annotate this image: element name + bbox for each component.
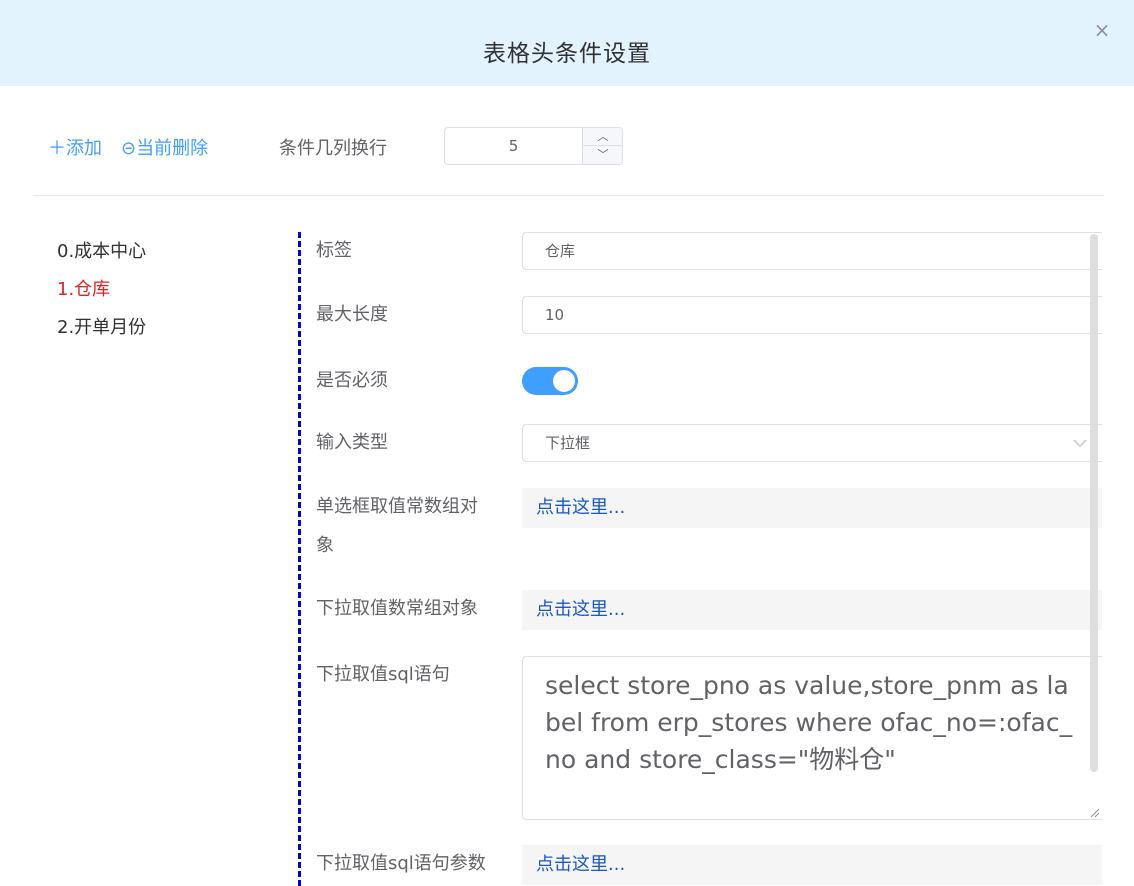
dashed-separator bbox=[298, 232, 301, 886]
tag-input[interactable]: 仓库 bbox=[522, 232, 1102, 270]
sql-textarea[interactable]: select store_pno as value,store_pnm as l… bbox=[522, 656, 1102, 820]
delete-current-button[interactable]: ⊝当前删除 bbox=[121, 134, 208, 160]
columns-per-row-input[interactable]: 5 bbox=[445, 128, 582, 164]
divider bbox=[33, 195, 1104, 196]
tag-label: 标签 bbox=[316, 240, 352, 261]
chevron-down-icon[interactable]: ﹀ bbox=[583, 146, 623, 164]
dropdown-const-link[interactable]: 点击这里... bbox=[522, 590, 1102, 630]
maxlen-input[interactable]: 10 bbox=[522, 296, 1102, 334]
maxlen-label: 最大长度 bbox=[316, 304, 388, 325]
sql-params-link[interactable]: 点击这里... bbox=[522, 845, 1102, 885]
stepper-buttons: ︿ ﹀ bbox=[582, 128, 623, 164]
chevron-up-icon[interactable]: ︿ bbox=[583, 128, 623, 146]
columns-per-row-label: 条件几列换行 bbox=[279, 138, 387, 159]
radio-const-link[interactable]: 点击这里... bbox=[522, 488, 1102, 528]
close-icon[interactable]: × bbox=[1090, 18, 1114, 42]
sql-label: 下拉取值sql语句 bbox=[316, 664, 450, 685]
radio-const-label-line2: 象 bbox=[316, 535, 334, 556]
toolbar: ＋添加 ⊝当前删除 条件几列换行 5 ︿ ﹀ bbox=[0, 120, 1134, 172]
dialog-header: 表格头条件设置 × bbox=[0, 0, 1134, 86]
dropdown-const-label: 下拉取值数常组对象 bbox=[316, 598, 478, 619]
columns-per-row-stepper[interactable]: 5 ︿ ﹀ bbox=[444, 127, 623, 165]
condition-item-2[interactable]: 2.开单月份 bbox=[57, 314, 277, 352]
toggle-knob bbox=[553, 370, 575, 392]
dialog-title: 表格头条件设置 bbox=[483, 41, 651, 67]
radio-const-label-line1: 单选框取值常数组对 bbox=[316, 496, 478, 517]
required-label: 是否必须 bbox=[316, 370, 388, 391]
chevron-down-icon bbox=[1068, 424, 1092, 462]
required-toggle[interactable] bbox=[522, 367, 578, 395]
add-button[interactable]: ＋添加 bbox=[48, 134, 102, 160]
input-type-select[interactable]: 下拉框 bbox=[522, 424, 1102, 462]
vertical-scrollbar[interactable] bbox=[1090, 234, 1098, 772]
resize-handle-icon[interactable] bbox=[1088, 806, 1100, 818]
condition-list: 0.成本中心 1.仓库 2.开单月份 bbox=[57, 238, 277, 352]
condition-item-1[interactable]: 1.仓库 bbox=[57, 276, 277, 314]
sql-params-label: 下拉取值sql语句参数 bbox=[316, 853, 486, 874]
input-type-label: 输入类型 bbox=[316, 432, 388, 453]
condition-item-0[interactable]: 0.成本中心 bbox=[57, 238, 277, 276]
